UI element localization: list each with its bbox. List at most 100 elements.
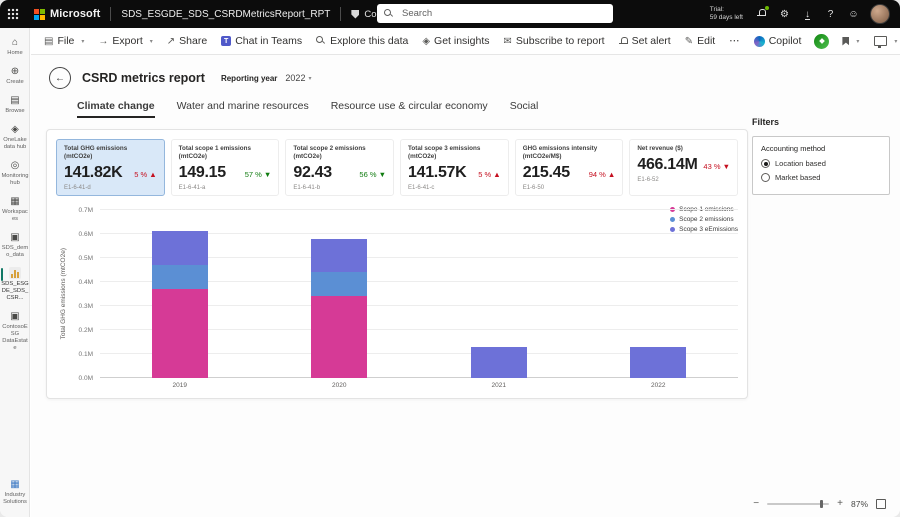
bar-2022[interactable] bbox=[630, 346, 687, 378]
brand-text: Microsoft bbox=[50, 8, 101, 20]
chevron-down-icon: ▾ bbox=[894, 38, 898, 45]
filter-option-location-based[interactable]: Location based bbox=[761, 159, 881, 168]
settings-button[interactable]: ⚙ bbox=[778, 9, 791, 20]
sidebar-item-workspaces[interactable]: ▦ Workspaces bbox=[0, 192, 30, 228]
copilot-icon bbox=[753, 35, 765, 47]
toolbar-explore-this-data-button[interactable]: Explore this data bbox=[309, 28, 415, 54]
toolbar-item-label: Export bbox=[112, 35, 143, 47]
zoom-out-button[interactable]: − bbox=[753, 498, 759, 509]
sidebar-item-contosoesg-dataestate[interactable]: ▣ ContosoESG DataEstate bbox=[0, 307, 30, 357]
tab-resource-use-circular-economy[interactable]: Resource use & circular economy bbox=[331, 100, 488, 118]
toolbar-chat-in-teams-button[interactable]: T Chat in Teams bbox=[214, 28, 309, 54]
bar-segment-2019-scope-3-eemissions[interactable] bbox=[151, 231, 208, 265]
y-tick-label: 0.4M bbox=[78, 278, 93, 286]
sidebar-item-sds-esgde-sds-csr[interactable]: SDS_ESGDE_SDS_CSR... bbox=[0, 263, 30, 307]
tab-water-and-marine-resources[interactable]: Water and marine resources bbox=[177, 100, 309, 118]
report-body: ← CSRD metrics report Reporting year 202… bbox=[31, 55, 900, 517]
bar-segment-2019-scope-2-emissions[interactable] bbox=[151, 264, 208, 289]
report-name[interactable]: SDS_ESGDE_SDS_CSRDMetricsReport_RPT bbox=[121, 9, 330, 20]
bar-2020[interactable] bbox=[311, 238, 368, 378]
filter-option-market-based[interactable]: Market based bbox=[761, 173, 881, 182]
toolbar-get-insights-button[interactable]: ◈ Get insights bbox=[415, 28, 496, 54]
fit-to-page-icon[interactable] bbox=[876, 498, 886, 509]
bookmark-icon bbox=[842, 36, 850, 46]
kpi-value: 466.14M bbox=[637, 155, 698, 173]
bar-segment-2020-scope-3-eemissions[interactable] bbox=[311, 238, 368, 273]
kpi-card-total-scope-2-emissions-mtco2e[interactable]: Total scope 2 emissions (mtCO2e) 92.43 56 … bbox=[285, 139, 395, 196]
subscribe-icon: ✉ bbox=[503, 35, 512, 47]
toolbar-set-alert-button[interactable]: Set alert bbox=[612, 28, 678, 54]
feedback-icon: ☺ bbox=[848, 8, 859, 20]
notifications-button[interactable] bbox=[755, 5, 769, 20]
bar-2021[interactable] bbox=[470, 346, 527, 378]
reporting-year-dropdown[interactable]: 2022 ▾ bbox=[285, 73, 311, 83]
view-button[interactable]: ▾ bbox=[867, 28, 900, 54]
toolbar-export-button[interactable]: → Export ▾ bbox=[91, 28, 159, 54]
kpi-card-ghg-emissions-intensity-mtco2e-m[interactable]: GHG emissions intensity (mtCO2e/M$) 215.4… bbox=[514, 139, 624, 196]
sidebar-item-sds-demo-data[interactable]: ▣ SDS_demo_data bbox=[0, 228, 30, 264]
workspace-icon: ▣ bbox=[10, 231, 20, 243]
download-button[interactable]: ↓ bbox=[801, 9, 814, 20]
toolbar-item-label: ⋯ bbox=[729, 35, 740, 47]
kpi-esrs-code: E1-6-41-b bbox=[293, 184, 321, 191]
kpi-card-total-ghg-emissions-mtco2e[interactable]: Total GHG emissions (mtCO2e) 141.82K 5 % ▲… bbox=[56, 139, 165, 196]
toolbar-more-button[interactable]: ⋯ bbox=[722, 28, 747, 54]
help-button[interactable]: ? bbox=[824, 9, 837, 20]
sidebar-item-industry-solutions[interactable]: ▦ Industry Solutions bbox=[0, 475, 30, 511]
y-tick-label: 0.5M bbox=[78, 254, 93, 262]
sidebar-item-label: SDS_demo_data bbox=[1, 244, 29, 258]
export-icon: → bbox=[98, 35, 109, 47]
kpi-card-total-scope-1-emissions-mtco2e[interactable]: Total scope 1 emissions (mtCO2e) 149.15 57… bbox=[170, 139, 280, 196]
sidebar-item-create[interactable]: ⊕ Create bbox=[0, 62, 30, 91]
sidebar-item-monitoring-hub[interactable]: ◎ Monitoring hub bbox=[0, 156, 30, 192]
bell-icon bbox=[618, 37, 628, 45]
bar-segment-2019-scope-1-emissions[interactable] bbox=[151, 288, 208, 378]
back-button[interactable]: ← bbox=[49, 67, 71, 89]
home-icon: ⌂ bbox=[11, 37, 19, 48]
zoom-slider-thumb[interactable] bbox=[819, 499, 823, 508]
zoom-slider[interactable] bbox=[767, 499, 830, 508]
chart-x-axis: 2019 2020 2021 2022 bbox=[100, 378, 738, 389]
sidebar-item-onelake-data-hub[interactable]: ◈ OneLake data hub bbox=[0, 120, 30, 156]
sidebar-item-home[interactable]: ⌂ Home bbox=[0, 33, 30, 62]
filter-option-label: Market based bbox=[775, 173, 821, 182]
zoom-level: 87% bbox=[850, 498, 868, 509]
teams-icon: T bbox=[221, 36, 232, 46]
avatar[interactable] bbox=[870, 4, 890, 24]
toolbar-subscribe-to-report-button[interactable]: ✉ Subscribe to report bbox=[497, 28, 612, 54]
chevron-down-icon: ▾ bbox=[308, 75, 312, 82]
search-input[interactable] bbox=[400, 7, 594, 20]
bar-segment-2022-scope-3-eemissions[interactable] bbox=[630, 346, 687, 378]
toolbar-file-button[interactable]: ▤ File ▾ bbox=[37, 28, 91, 54]
zoom-in-button[interactable]: + bbox=[837, 498, 843, 509]
toolbar-edit-button[interactable]: ✎ Edit bbox=[678, 28, 722, 54]
bookmarks-button[interactable]: ▾ bbox=[835, 28, 866, 54]
copilot-badge-icon[interactable] bbox=[814, 33, 830, 49]
kpi-title: Total scope 3 emissions (mtCO2e) bbox=[408, 145, 481, 160]
feedback-button[interactable]: ☺ bbox=[847, 9, 860, 20]
sidebar-item-label: Monitoring hub bbox=[1, 172, 29, 186]
kpi-card-net-revenue[interactable]: Net revenue ($) 466.14M 43 % ▼ E1-6-52 bbox=[629, 139, 739, 196]
copilot-button[interactable]: Copilot bbox=[747, 28, 809, 54]
tab-social[interactable]: Social bbox=[510, 100, 539, 118]
kpi-cards-row: Total GHG emissions (mtCO2e) 141.82K 5 % ▲… bbox=[56, 139, 739, 196]
chart-y-axis-title: Total GHG emissions (mtCO2e) bbox=[59, 248, 67, 340]
toolbar-item-label: Get insights bbox=[434, 35, 490, 47]
workspace-icon: ▣ bbox=[10, 311, 20, 323]
tab-climate-change[interactable]: Climate change bbox=[77, 100, 155, 118]
bar-segment-2021-scope-3-eemissions[interactable] bbox=[470, 346, 527, 378]
kpi-title: Total scope 2 emissions (mtCO2e) bbox=[293, 145, 366, 160]
sidebar-item-label: Industry Solutions bbox=[3, 492, 27, 506]
insights-icon: ◈ bbox=[422, 35, 431, 47]
bar-segment-2020-scope-2-emissions[interactable] bbox=[311, 272, 368, 297]
search-box[interactable] bbox=[377, 4, 613, 23]
kpi-card-total-scope-3-emissions-mtco2e[interactable]: Total scope 3 emissions (mtCO2e) 141.57K 5… bbox=[400, 139, 509, 196]
bar-2019[interactable] bbox=[151, 231, 208, 378]
sidebar-item-browse[interactable]: ▤ Browse bbox=[0, 91, 30, 120]
bar-segment-2020-scope-1-emissions[interactable] bbox=[311, 296, 368, 378]
trial-status: Trial: 59 days left bbox=[710, 6, 743, 23]
app-launcher-button[interactable] bbox=[0, 0, 26, 28]
ghg-emissions-chart: Scope 1 emissionsScope 2 emissionsScope … bbox=[56, 206, 738, 389]
chevron-down-icon: ▾ bbox=[149, 38, 153, 45]
toolbar-share-button[interactable]: ↗ Share bbox=[160, 28, 214, 54]
